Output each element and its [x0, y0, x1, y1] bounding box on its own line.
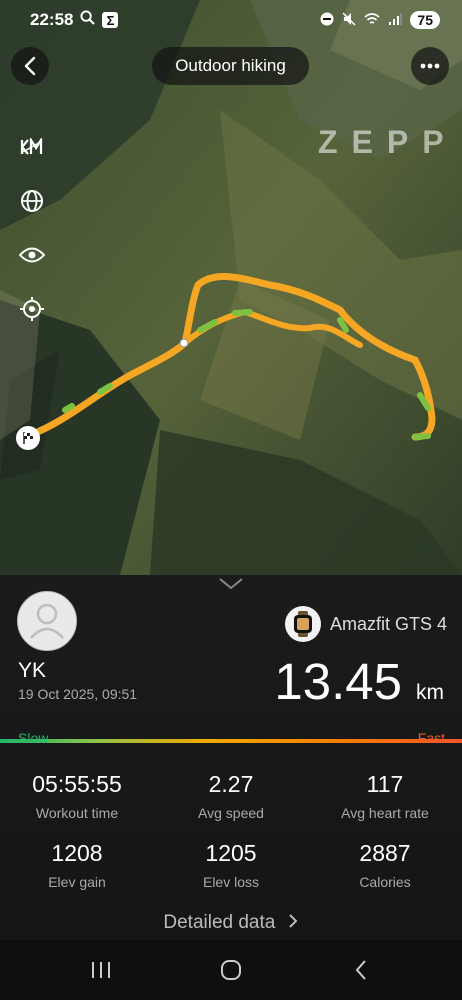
do-not-disturb-icon	[320, 12, 334, 29]
stat-avg-heart-rate: 117 Avg heart rate	[308, 771, 462, 821]
watch-icon	[285, 606, 321, 642]
detailed-data-label: Detailed data	[163, 912, 276, 933]
avatar[interactable]	[17, 591, 77, 651]
system-nav-bar	[0, 940, 462, 1000]
device-info[interactable]: Amazfit GTS 4	[285, 606, 447, 642]
stat-value: 2887	[359, 840, 411, 866]
back-button[interactable]	[11, 47, 49, 85]
stat-label: Elev loss	[202, 874, 260, 890]
workout-datetime: 19 Oct 2025, 09:51	[18, 686, 138, 702]
collapse-chevron-icon[interactable]	[218, 577, 244, 591]
stat-label: Avg heart rate	[341, 805, 429, 821]
stat-value: 05:55:55	[32, 771, 122, 797]
stat-value: 2.27	[208, 771, 254, 797]
stat-elev-gain: 1208 Elev gain	[0, 840, 154, 890]
visibility-toggle[interactable]	[18, 241, 46, 269]
speed-gradient-bar	[0, 739, 462, 743]
terrain-image	[0, 0, 462, 575]
stat-value: 1205	[205, 840, 257, 866]
nav-back-button[interactable]	[346, 955, 376, 985]
nav-back-icon	[355, 960, 366, 980]
more-options-button[interactable]	[411, 47, 449, 85]
zepp-logo: ZEPP	[318, 124, 458, 160]
battery-indicator: 75	[410, 11, 440, 29]
stat-elev-loss: 1205 Elev loss	[154, 840, 308, 890]
recent-apps-button[interactable]	[86, 955, 116, 985]
km-markers-toggle[interactable]	[18, 133, 46, 161]
start-flag-icon	[16, 426, 40, 450]
page-title: Outdoor hiking	[152, 47, 309, 85]
user-name: YK	[18, 659, 47, 682]
back-arrow-icon	[24, 56, 36, 76]
fast-label: Fast	[417, 730, 445, 746]
stat-avg-speed: 2.27 Avg speed	[154, 771, 308, 821]
chevron-right-icon	[288, 914, 298, 928]
search-icon	[80, 10, 96, 30]
stat-label: Elev gain	[48, 874, 106, 890]
stat-calories: 2887 Calories	[308, 840, 462, 890]
globe-icon	[21, 190, 43, 212]
km-icon	[20, 138, 43, 155]
locate-button[interactable]	[18, 295, 46, 323]
eye-icon	[19, 247, 45, 263]
wifi-icon	[364, 12, 380, 29]
crosshair-icon	[20, 297, 44, 321]
slow-label: Slow	[18, 730, 49, 746]
mute-icon	[342, 11, 356, 29]
recent-apps-icon	[92, 962, 110, 978]
stat-label: Avg speed	[198, 805, 264, 821]
status-bar: 22:58 Σ 75	[0, 0, 462, 40]
home-button[interactable]	[216, 955, 246, 985]
route-map[interactable]	[0, 0, 462, 575]
sigma-app-icon: Σ	[102, 12, 119, 28]
more-dots-icon	[420, 63, 440, 69]
signal-icon	[388, 12, 403, 29]
distance-readout: 13.45 km	[274, 652, 444, 711]
stat-value: 1208	[51, 840, 103, 866]
user-icon	[30, 603, 64, 639]
distance-value: 13.45	[274, 653, 402, 710]
device-name: Amazfit GTS 4	[330, 613, 448, 634]
stat-label: Calories	[359, 874, 411, 890]
stat-label: Workout time	[35, 805, 119, 821]
stat-value: 117	[366, 771, 404, 797]
stat-workout-time: 05:55:55 Workout time	[0, 771, 154, 821]
clock: 22:58	[30, 10, 74, 29]
home-icon	[221, 960, 241, 980]
detailed-data-link[interactable]: Detailed data	[0, 912, 462, 934]
map-layer-toggle[interactable]	[18, 187, 46, 215]
distance-unit: km	[416, 681, 444, 704]
